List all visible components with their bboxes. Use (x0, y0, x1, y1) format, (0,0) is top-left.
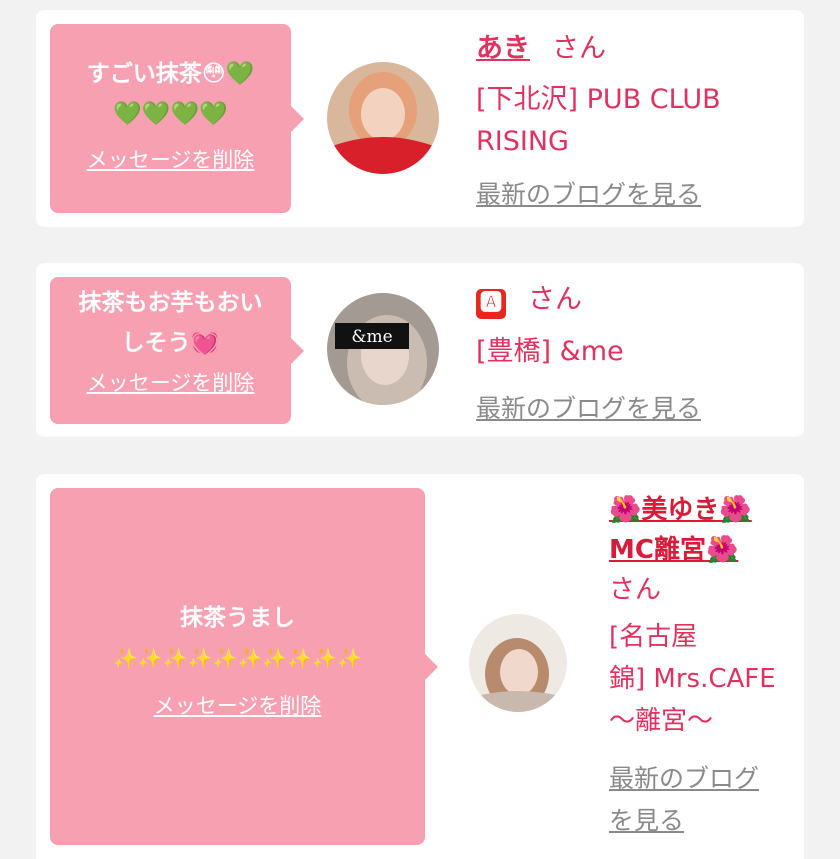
avatar[interactable] (469, 614, 567, 712)
message-text-line1: 抹茶うまし (180, 605, 295, 631)
message-text-line1: すごい抹茶😳💚 (86, 61, 255, 87)
honorific: さん (528, 284, 582, 315)
honorific: さん (609, 575, 662, 605)
message-text-line2: 💚💚💚💚 (113, 101, 228, 127)
delete-message-link[interactable]: メッセージを削除 (87, 144, 255, 174)
avatar-image (327, 62, 439, 174)
user-name-line: MC離宮🌺 (609, 535, 739, 565)
message-card: すごい抹茶😳💚 💚💚💚💚 メッセージを削除 あき さん [下北沢] PUB CLU… (36, 10, 804, 227)
user-name-line: 🌺美ゆき🌺 (609, 495, 752, 525)
message-bubble: 抹茶うまし ✨✨✨✨✨✨✨✨✨✨ メッセージを削除 (50, 488, 438, 845)
shop-name: [豊橋] &me (476, 335, 624, 367)
shop-line: RISING (476, 126, 569, 157)
latest-blog-link[interactable]: 最新のブログ を見る (609, 758, 759, 842)
shop-line: ～離宮～ (609, 706, 714, 736)
message-bubble: すごい抹茶😳💚 💚💚💚💚 メッセージを削除 (50, 24, 304, 213)
user-name-link[interactable]: 🌺美ゆき🌺 MC離宮🌺 (609, 490, 799, 570)
message-text-line2: ✨✨✨✨✨✨✨✨✨✨ (112, 646, 363, 670)
delete-message-link[interactable]: メッセージを削除 (154, 690, 322, 720)
user-info: あき さん [下北沢] PUB CLUB RISING 最新のブログを見る (476, 26, 796, 211)
blog-link-line: を見る (609, 806, 685, 835)
avatar-image (469, 614, 567, 712)
user-name-link[interactable]: 🅰 (476, 288, 506, 319)
shop-line: 錦] Mrs.CAFE (609, 664, 776, 694)
latest-blog-link[interactable]: 最新のブログを見る (476, 389, 701, 425)
message-card: 抹茶うまし ✨✨✨✨✨✨✨✨✨✨ メッセージを削除 🌺美ゆき🌺 MC離宮🌺 さん… (36, 474, 804, 859)
latest-blog-link[interactable]: 最新のブログを見る (476, 175, 701, 211)
user-info: 🌺美ゆき🌺 MC離宮🌺 さん [名古屋 錦] Mrs.CAFE ～離宮～ 最新の… (609, 490, 799, 842)
avatar-image: &me (327, 293, 439, 405)
honorific: さん (552, 33, 606, 64)
shop-line: [名古屋 (609, 622, 698, 652)
message-text-line1: 抹茶もお芋もおい (78, 290, 263, 316)
shop-name: [名古屋 錦] Mrs.CAFE ～離宮～ (609, 616, 799, 742)
avatar[interactable]: &me (327, 293, 439, 405)
message-bubble: 抹茶もお芋もおい しそう💓 メッセージを削除 (50, 277, 304, 424)
delete-message-link[interactable]: メッセージを削除 (87, 367, 255, 397)
user-name-row: 🅰 さん (476, 277, 796, 319)
user-name-link[interactable]: あき (476, 33, 530, 64)
user-info: 🅰 さん [豊橋] &me 最新のブログを見る (476, 277, 796, 425)
shop-line: [下北沢] PUB CLUB (476, 84, 721, 115)
user-name-row: あき さん (476, 26, 796, 65)
message-text-line2: しそう💓 (121, 330, 220, 356)
avatar-logo-text: &me (351, 327, 392, 347)
avatar[interactable] (327, 62, 439, 174)
blog-link-line: 最新のブログ (609, 764, 760, 793)
shop-name: [下北沢] PUB CLUB RISING (476, 79, 796, 163)
message-card: 抹茶もお芋もおい しそう💓 メッセージを削除 &me 🅰 さん [豊橋] &me … (36, 263, 804, 437)
